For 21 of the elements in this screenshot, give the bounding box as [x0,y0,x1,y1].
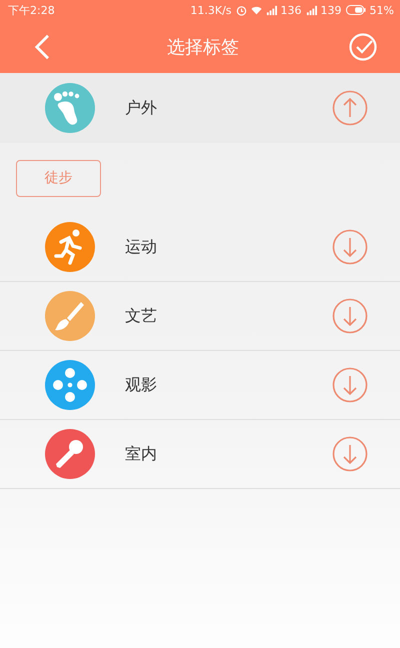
signal-reading: 139 [320,4,342,16]
category-label: 户外 [125,98,158,118]
battery-percent: 51% [370,4,394,16]
category-row[interactable]: 室内 [0,420,400,489]
category-row[interactable]: 运动 [0,213,400,282]
category-label: 文艺 [125,306,158,326]
status-time: 下午2:28 [8,2,55,18]
page-title: 选择标签 [167,36,239,58]
network-speed: 11.3K/s [190,4,232,16]
wifi-icon [250,4,262,16]
signal-icon [306,4,317,16]
alarm-icon [236,4,247,16]
category-row[interactable]: 观影 [0,351,400,420]
category-label: 观影 [125,374,158,396]
battery-icon [346,5,366,15]
category-row[interactable]: 文艺 [0,282,400,351]
signal-reading: 136 [280,4,302,16]
signal-icon [266,4,277,16]
category-label: 运动 [125,236,158,258]
checkmark-icon[interactable] [348,32,378,62]
category-label: 室内 [125,444,158,464]
